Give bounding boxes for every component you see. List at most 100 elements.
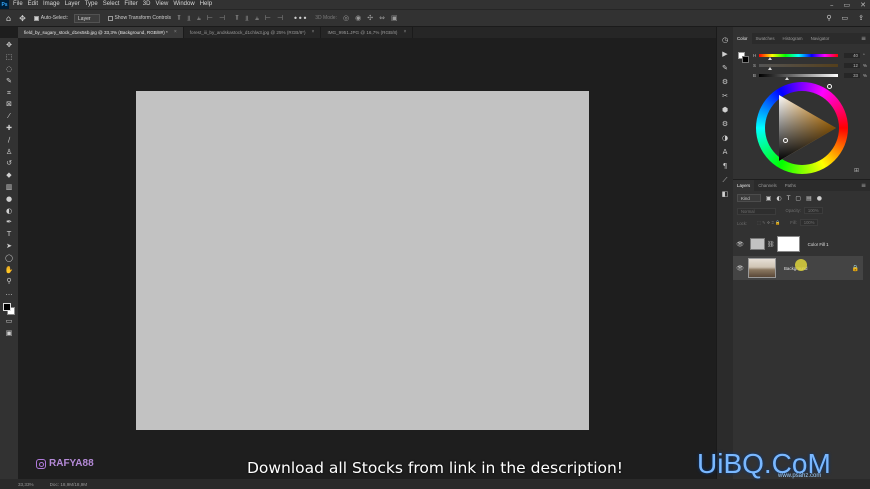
3d-slide-icon[interactable]: ⇔ — [379, 14, 385, 22]
tab-histogram[interactable]: Histogram — [779, 33, 807, 44]
type-tool-icon[interactable]: T — [3, 229, 15, 241]
actions-panel-icon[interactable]: ▶ — [722, 51, 727, 58]
dodge-tool-icon[interactable]: ◐ — [3, 205, 15, 217]
hue-value[interactable]: 40 — [844, 52, 860, 58]
tab-img-document[interactable]: IMG_9951.JPG @ 16,7% (RGB/8) × — [321, 27, 414, 38]
paragraph-panel-icon[interactable]: ¶ — [723, 163, 727, 170]
brush-tool-icon[interactable]: ∕ — [3, 134, 15, 146]
saturation-thumb[interactable] — [768, 66, 773, 70]
close-tab-icon[interactable]: × — [174, 27, 177, 38]
quick-select-tool-icon[interactable]: ✎ — [3, 75, 15, 87]
distribute-top-icon[interactable]: ⫪ — [235, 14, 239, 23]
path-select-tool-icon[interactable]: ➤ — [3, 241, 15, 253]
visibility-eye-icon[interactable]: 👁 — [733, 241, 747, 248]
menu-help[interactable]: Help — [200, 0, 212, 9]
menu-view[interactable]: View — [155, 0, 168, 9]
close-tab-icon[interactable]: × — [403, 27, 406, 38]
lasso-tool-icon[interactable]: ◌ — [3, 64, 15, 76]
link-chain-icon[interactable]: ⛓ — [767, 241, 775, 248]
clone-stamp-tool-icon[interactable]: ♙ — [3, 146, 15, 158]
auto-select-target-dropdown[interactable]: Layer — [74, 13, 100, 23]
tab-color[interactable]: Color — [733, 33, 752, 44]
filter-adjustment-icon[interactable]: ◐ — [776, 195, 781, 202]
history-panel-icon[interactable]: ◷ — [722, 37, 728, 44]
opacity-field[interactable]: 100% — [803, 207, 823, 214]
close-tab-icon[interactable]: × — [312, 27, 315, 38]
3d-orbit-icon[interactable]: ◎ — [343, 14, 349, 22]
brightness-value[interactable]: 33 — [844, 72, 860, 78]
close-button[interactable]: ✕ — [860, 1, 866, 9]
hand-tool-icon[interactable]: ✋ — [3, 264, 15, 276]
tab-layers[interactable]: Layers — [733, 180, 755, 191]
3d-roll-icon[interactable]: ◉ — [355, 14, 361, 22]
align-top-icon[interactable]: ⫪ — [177, 14, 181, 23]
distribute-hcenter-icon[interactable]: ⊣ — [277, 14, 283, 23]
glyphs-panel-icon[interactable]: ⟋ — [723, 177, 728, 184]
eraser-tool-icon[interactable]: ◆ — [3, 170, 15, 182]
menu-image[interactable]: Image — [43, 0, 60, 9]
zoom-tool-icon[interactable]: ⚲ — [3, 276, 15, 288]
quick-mask-icon[interactable]: ▭ — [3, 316, 15, 328]
history-brush-tool-icon[interactable]: ↺ — [3, 158, 15, 170]
zoom-level[interactable]: 33,33% — [18, 482, 34, 487]
3d-pan-icon[interactable]: ✣ — [367, 14, 373, 22]
hue-thumb[interactable] — [768, 56, 773, 60]
move-tool-icon[interactable]: ✥ — [19, 14, 26, 23]
expand-icon[interactable]: ⊞ — [854, 167, 859, 174]
menu-file[interactable]: File — [13, 0, 23, 9]
restore-button[interactable]: ▭ — [844, 1, 851, 9]
frame-tool-icon[interactable]: ⊠ — [3, 99, 15, 111]
search-icon[interactable]: ⚲ — [826, 14, 831, 22]
color-swatches[interactable] — [2, 302, 16, 316]
brightness-thumb[interactable] — [785, 76, 790, 80]
tab-forest-document[interactable]: forest_iii_by_andskastock_d1chlw3.jpg @ … — [184, 27, 322, 38]
saturation-value[interactable]: 12 — [844, 62, 860, 68]
pen-tool-icon[interactable]: ✒ — [3, 217, 15, 229]
tab-field-document[interactable]: field_by_sugary_stock_d1ex5sb.jpg @ 33,3… — [18, 27, 184, 38]
fill-field[interactable]: 100% — [799, 219, 819, 226]
screen-mode-icon[interactable]: ▣ — [3, 327, 15, 339]
share-icon[interactable]: ⇪ — [858, 14, 864, 22]
saturation-triangle[interactable] — [756, 82, 848, 174]
document-canvas[interactable] — [136, 91, 589, 430]
show-transform-checkbox[interactable] — [107, 15, 113, 21]
menu-window[interactable]: Window — [173, 0, 194, 9]
align-center-icon[interactable]: ⊣ — [219, 14, 225, 23]
move-tool-icon[interactable]: ✥ — [3, 40, 15, 52]
hue-picker[interactable] — [827, 84, 832, 89]
tab-swatches[interactable]: Swatches — [752, 33, 779, 44]
blend-mode-dropdown[interactable]: Normal — [737, 207, 776, 215]
menu-3d[interactable]: 3D — [143, 0, 151, 9]
brush-settings-icon[interactable]: ✎ — [722, 65, 728, 72]
3d-scale-icon[interactable]: ▣ — [391, 14, 398, 22]
styles-panel-icon[interactable]: ◑ — [722, 135, 728, 142]
distribute-left-icon[interactable]: ⊢ — [265, 14, 271, 23]
menu-layer[interactable]: Layer — [65, 0, 80, 9]
tab-channels[interactable]: Channels — [754, 180, 781, 191]
menu-select[interactable]: Select — [103, 0, 120, 9]
workspace-icon[interactable]: ▭ — [842, 14, 849, 22]
panel-menu-icon[interactable]: ≡ — [861, 35, 866, 42]
adjust-panel-icon[interactable]: ⚙ — [722, 79, 728, 86]
minimize-button[interactable]: – — [830, 1, 834, 9]
character-panel-icon[interactable]: A — [723, 149, 728, 156]
menu-filter[interactable]: Filter — [124, 0, 137, 9]
saturation-slider[interactable] — [759, 63, 838, 70]
filter-pixel-icon[interactable]: ▣ — [766, 195, 772, 202]
3d-panel-icon[interactable]: ⬢ — [722, 107, 728, 114]
tools-panel-icon[interactable]: ✂ — [722, 93, 728, 100]
marquee-tool-icon[interactable]: ⬚ — [3, 52, 15, 64]
filter-smart-object-icon[interactable]: ▤ — [806, 195, 812, 202]
align-bottom-icon[interactable]: ⫨ — [197, 14, 201, 23]
tab-navigator[interactable]: Navigator — [807, 33, 834, 44]
layer-row-color-fill[interactable]: 👁 ⛓ Color Fill 1 — [733, 232, 863, 256]
tab-paths[interactable]: Paths — [781, 180, 800, 191]
color-wheel[interactable] — [756, 82, 848, 174]
menu-edit[interactable]: Edit — [28, 0, 38, 9]
libraries-panel-icon[interactable]: ◧ — [722, 191, 729, 198]
brightness-slider[interactable] — [759, 73, 838, 80]
filter-type-icon[interactable]: T — [787, 195, 791, 202]
layer-mask-thumbnail[interactable] — [776, 236, 800, 252]
eyedropper-tool-icon[interactable]: ⁄ — [3, 111, 15, 123]
foreground-color-swatch[interactable] — [3, 302, 11, 311]
